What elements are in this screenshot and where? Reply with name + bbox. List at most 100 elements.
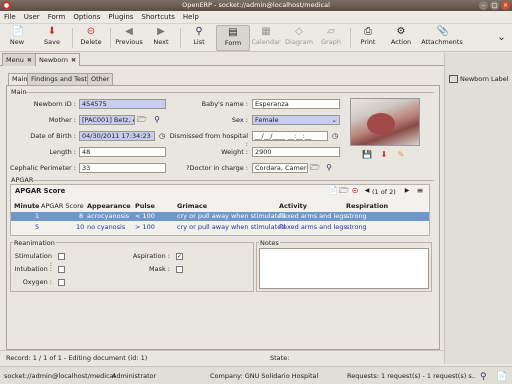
new-button[interactable]: 📄 New [4, 25, 30, 51]
calendar-view-button[interactable]: ▦ Calendar [251, 25, 281, 51]
intubation-label: Intubation : [14, 265, 52, 273]
clear-icon[interactable]: ✎ [396, 150, 406, 160]
chevron-down-icon: ⌄ [331, 116, 337, 124]
graph-view-button[interactable]: ▱ Graph [318, 25, 344, 51]
next-button[interactable]: ▶ Next [150, 25, 172, 51]
intubation-checkbox[interactable] [58, 266, 65, 273]
doctor-label: ?Doctor in charge : [186, 164, 248, 172]
tab-other[interactable]: Other [87, 73, 114, 85]
previous-page-icon[interactable]: ◀ [362, 186, 372, 196]
cephalic-perimeter-field[interactable]: 33 [79, 163, 166, 173]
company-info: Company: GNU Solidario Hospital [210, 372, 319, 380]
sex-select[interactable]: Female ⌄ [252, 115, 340, 125]
search-icon[interactable]: ⚲ [152, 115, 162, 125]
open-record-icon[interactable]: 🗁 [137, 115, 147, 125]
tab-menu[interactable]: Menu ✖ [2, 53, 36, 66]
newborn-label-report[interactable]: Newborn Label [449, 73, 511, 85]
chevron-down-icon: ⌄ [497, 32, 506, 43]
previous-button[interactable]: ◀ Previous [114, 25, 144, 51]
delete-line-icon[interactable]: ⊝ [350, 186, 360, 196]
tab-findings-and-tests[interactable]: Findings and Tests [27, 73, 95, 85]
open-line-icon[interactable]: 🗁 [339, 186, 349, 196]
diagram-icon: ◇ [295, 26, 303, 37]
col-pulse[interactable]: Pulse [135, 202, 155, 210]
user-name: Administrator [112, 372, 157, 380]
dismissed-field[interactable]: __/__/____ __:__:__ [252, 131, 328, 141]
mother-field[interactable]: [PAC001] Betz, A [79, 115, 135, 125]
menu-user[interactable]: User [20, 11, 44, 24]
menu-shortcuts[interactable]: Shortcuts [137, 11, 178, 24]
delete-icon: ⊝ [86, 26, 96, 37]
tab-newborn[interactable]: Newborn ✖ [35, 53, 80, 66]
newborn-photo [350, 98, 420, 146]
pager: (1 of 2) [372, 188, 396, 196]
graph-icon: ▱ [327, 26, 335, 37]
attachments-button[interactable]: 📎 Attachments [419, 25, 465, 51]
menu-help[interactable]: Help [179, 11, 203, 24]
download-icon[interactable]: ⬇ [379, 150, 389, 160]
calendar-picker-icon[interactable]: ◷ [157, 131, 167, 141]
title-bar: ● OpenERP - socket://admin@localhost/med… [0, 0, 512, 11]
next-page-icon[interactable]: ▶ [402, 186, 412, 196]
col-appearance[interactable]: Appearance [87, 202, 131, 210]
close-window-icon[interactable]: × [501, 1, 510, 10]
arrow-right-icon: ▶ [157, 26, 165, 37]
doctor-field[interactable]: Cordara, Cameron [252, 163, 308, 173]
length-field[interactable]: 48 [79, 147, 166, 157]
stimulation-checkbox[interactable] [58, 253, 65, 260]
col-activity[interactable]: Activity [279, 202, 307, 210]
maximize-icon[interactable]: □ [490, 1, 499, 10]
diagram-view-button[interactable]: ◇ Diagram [284, 25, 314, 51]
col-apgar-score[interactable]: APGAR Score [41, 202, 84, 210]
apgar-group-label: APGAR [11, 176, 34, 184]
reanimation-group-label: Reanimation [13, 239, 56, 247]
calendar-picker-icon[interactable]: ◷ [330, 131, 340, 141]
date-of-birth-field[interactable]: 04/30/2011 17:34:23 [79, 131, 155, 141]
table-row[interactable]: 5 10 no cyanosis > 100 cry or pull away … [11, 223, 429, 232]
action-button[interactable]: ⚙ Action [388, 25, 414, 51]
delete-button[interactable]: ⊝ Delete [77, 25, 105, 51]
form-view-button[interactable]: ▤ Form [216, 25, 250, 51]
oxygen-checkbox[interactable] [58, 279, 65, 286]
sex-label: Sex : [231, 116, 248, 124]
requests-info: Requests: 1 request(s) - 1 request(s) s.… [347, 372, 475, 380]
length-label: Length : [49, 148, 76, 156]
newborn-id-field[interactable]: 454575 [79, 99, 166, 109]
gears-icon: ⚙ [396, 26, 406, 37]
new-line-icon[interactable]: 📄 [328, 186, 338, 196]
toolbar-overflow-button[interactable]: ⌄ [496, 25, 506, 51]
search-icon[interactable]: ⚲ [324, 163, 334, 173]
close-tab-icon[interactable]: ✖ [71, 55, 76, 67]
baby-name-field[interactable]: Esperanza [252, 99, 340, 109]
minimize-icon[interactable]: – [479, 1, 488, 10]
aspiration-checkbox[interactable]: ✓ [176, 253, 183, 260]
printer-icon: ⎙ [364, 26, 372, 37]
weight-field[interactable]: 2900 [252, 147, 340, 157]
list-view-button[interactable]: ⚲ List [186, 25, 212, 51]
document-tabs: Menu ✖ Newborn ✖ [0, 53, 444, 66]
save-image-icon[interactable]: 💾 [362, 150, 372, 160]
menu-form[interactable]: Form [44, 11, 70, 24]
new-request-icon[interactable]: 📄 [496, 368, 507, 384]
col-minute[interactable]: Minute [14, 202, 39, 210]
save-button[interactable]: ⬇ Save [38, 25, 66, 51]
connection-status-bar: socket://admin@localhost/medical Adminis… [0, 366, 512, 384]
attachment-icon: 📎 [436, 26, 449, 37]
search-icon[interactable]: ⚲ [480, 368, 487, 384]
col-grimace[interactable]: Grimace [177, 202, 207, 210]
close-tab-icon[interactable]: ✖ [27, 55, 32, 67]
save-icon: ⬇ [47, 26, 57, 37]
menu-options[interactable]: Options [69, 11, 104, 24]
notes-textarea[interactable] [259, 248, 429, 289]
menu-lines-icon[interactable]: ≡ [415, 186, 425, 196]
print-button[interactable]: ⎙ Print [356, 25, 380, 51]
date-of-birth-label: Date of Birth : [30, 132, 76, 140]
app-logo-icon: ● [2, 1, 11, 10]
menu-plugins[interactable]: Plugins [104, 11, 137, 24]
open-record-icon[interactable]: 🗁 [310, 163, 320, 173]
col-respiration[interactable]: Respiration [346, 202, 388, 210]
table-row[interactable]: 1 8 acrocyanosis < 100 cry or pull away … [11, 212, 429, 221]
mask-checkbox[interactable] [176, 266, 183, 273]
menu-file[interactable]: File [0, 11, 20, 24]
new-document-icon: 📄 [11, 26, 24, 37]
